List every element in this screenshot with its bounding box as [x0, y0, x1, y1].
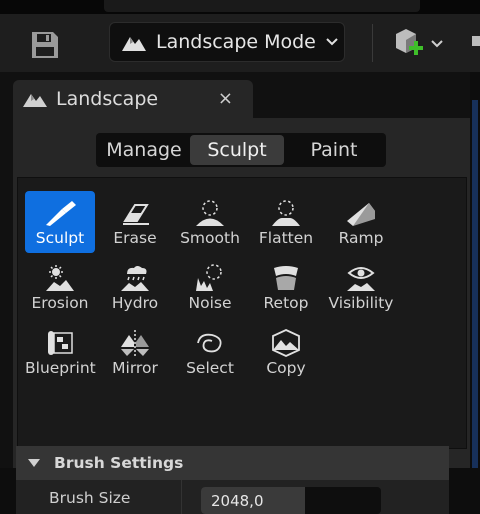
- tool-label: Noise: [188, 294, 232, 312]
- tool-label: Copy: [266, 359, 306, 377]
- tool-hydro[interactable]: Hydro: [100, 256, 170, 318]
- tool-smooth[interactable]: Smooth: [175, 191, 245, 253]
- save-icon: [32, 32, 58, 58]
- tool-select[interactable]: Select: [175, 321, 245, 383]
- tool-ramp[interactable]: Ramp: [326, 191, 396, 253]
- tool-label: Erosion: [31, 294, 89, 312]
- main-toolbar: Landscape Mode: [0, 14, 480, 72]
- brush-size-slider[interactable]: 2048,0: [201, 487, 381, 514]
- erosion-icon: [46, 265, 74, 291]
- tool-label: Retop: [263, 294, 309, 312]
- editor-tab-bar: [104, 0, 420, 12]
- tool-noise[interactable]: Noise: [175, 256, 245, 318]
- flatten-icon: [272, 200, 300, 226]
- tool-label: Smooth: [180, 229, 240, 247]
- visibility-icon: [347, 267, 375, 291]
- landscape-panel-area: Landscape × Manage Sculpt Paint Sculpt E…: [0, 72, 480, 514]
- tool-erase[interactable]: Erase: [100, 191, 170, 253]
- retop-icon: [274, 266, 298, 290]
- tab-sculpt[interactable]: Sculpt: [190, 135, 284, 165]
- toolbar-divider: [372, 24, 373, 62]
- brush-size-value: 2048,0: [211, 492, 264, 510]
- tool-blueprint[interactable]: Blueprint: [25, 321, 96, 383]
- tool-flatten[interactable]: Flatten: [251, 191, 321, 253]
- tool-visibility[interactable]: Visibility: [326, 256, 396, 318]
- more-icon[interactable]: [470, 26, 480, 56]
- tool-label: Erase: [113, 229, 157, 247]
- tool-label: Select: [186, 359, 234, 377]
- row-divider: [181, 480, 182, 514]
- tool-label: Sculpt: [35, 229, 85, 247]
- mode-tabs: Manage Sculpt Paint: [96, 133, 386, 167]
- panel-tab-title: Landscape: [56, 88, 159, 110]
- tool-retop[interactable]: Retop: [251, 256, 321, 318]
- tool-grid: Sculpt Erase Smooth Flatten Ramp Erosion…: [17, 177, 467, 449]
- tool-label: Ramp: [338, 229, 384, 247]
- chevron-down-icon: [326, 38, 338, 46]
- add-actor-icon: [396, 29, 443, 55]
- tool-mirror[interactable]: Mirror: [100, 321, 170, 383]
- viewport-edge: [470, 72, 480, 468]
- landscape-panel-tab[interactable]: Landscape ×: [13, 80, 253, 118]
- hydro-icon: [121, 266, 149, 291]
- erase-icon: [123, 204, 149, 225]
- tool-erosion[interactable]: Erosion: [25, 256, 95, 318]
- tool-copy[interactable]: Copy: [251, 321, 321, 383]
- landscape-panel: Manage Sculpt Paint Sculpt Erase Smooth …: [13, 118, 470, 514]
- tool-label: Flatten: [258, 229, 314, 247]
- mode-label: Landscape Mode: [156, 31, 316, 53]
- copy-icon: [272, 329, 300, 357]
- brush-size-row: Brush Size 2048,0: [16, 480, 449, 514]
- mirror-icon: [121, 330, 149, 356]
- ramp-icon: [347, 203, 375, 226]
- select-icon: [197, 333, 222, 353]
- tool-label: Mirror: [112, 359, 158, 377]
- mode-selector[interactable]: Landscape Mode: [109, 22, 345, 62]
- smooth-icon: [196, 200, 224, 226]
- tool-label: Visibility: [328, 294, 394, 312]
- save-button[interactable]: [28, 28, 62, 62]
- sculpt-brush-icon: [46, 201, 76, 226]
- section-title: Brush Settings: [54, 454, 184, 472]
- tab-paint[interactable]: Paint: [284, 135, 384, 165]
- viewport-strip: [472, 100, 478, 468]
- landscape-icon: [23, 94, 47, 107]
- collapse-arrow-icon[interactable]: [28, 459, 40, 467]
- tool-label: Hydro: [111, 294, 159, 312]
- landscape-icon: [122, 37, 146, 51]
- blueprint-icon: [48, 331, 73, 355]
- close-icon[interactable]: ×: [218, 88, 233, 109]
- brush-settings-header[interactable]: Brush Settings: [16, 446, 449, 480]
- noise-icon: [196, 264, 222, 291]
- tool-label: Blueprint: [25, 359, 96, 377]
- add-actor-button[interactable]: [390, 26, 450, 62]
- tab-manage[interactable]: Manage: [98, 135, 190, 165]
- title-strip: [0, 0, 480, 14]
- tool-sculpt[interactable]: Sculpt: [25, 191, 95, 253]
- brush-size-label: Brush Size: [49, 489, 131, 507]
